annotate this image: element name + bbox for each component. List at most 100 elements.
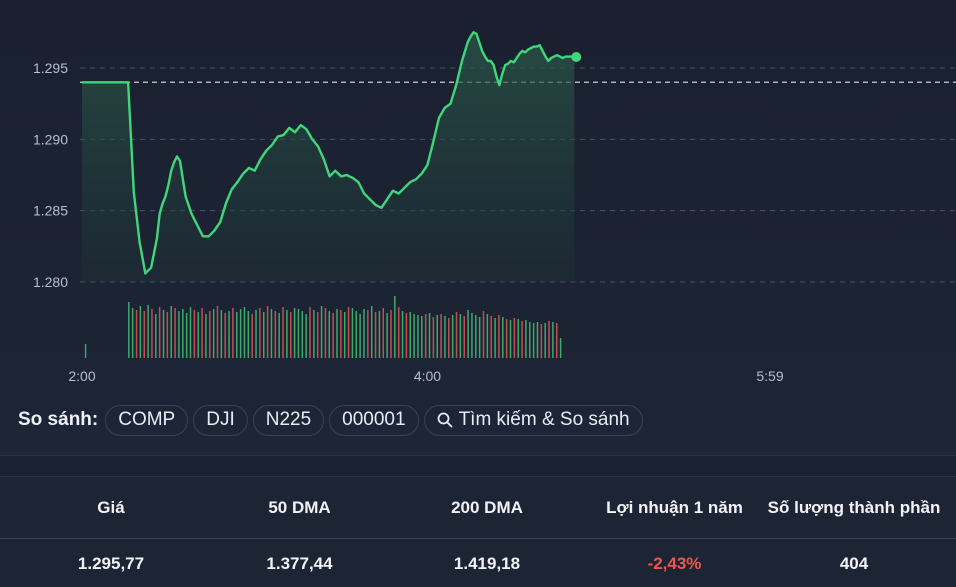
volume-bar [336,309,338,358]
volume-bar [355,311,358,358]
volume-bar [401,311,404,358]
compare-chip-n225[interactable]: N225 [252,404,325,436]
volume-bar [482,311,485,358]
volume-bar [405,313,408,358]
volume-bar [556,323,558,358]
volume-bar [475,315,477,358]
volume-bar [143,311,145,358]
stats-value-200dma: 1.419,18 [453,554,521,573]
volume-bar [263,312,265,358]
volume-bar [359,314,361,358]
volume-bar [467,310,469,358]
volume-bar [367,310,369,358]
volume-bar [243,307,246,358]
volume-bar [544,323,546,358]
volume-bar [278,313,280,358]
volume-bar [301,311,304,358]
volume-bar [220,310,223,358]
stats-value-row: 1.295,77 1.377,44 1.419,18 -2,43% 404 [0,540,956,587]
volume-bar [390,310,392,358]
volume-bar [463,316,465,358]
stats-header-row: Giá 50 DMA 200 DMA Lợi nhuận 1 năm Số lư… [0,477,956,539]
volume-bar [498,315,500,358]
stats-table: Giá 50 DMA 200 DMA Lợi nhuận 1 năm Số lư… [0,476,956,587]
volume-bar [166,312,169,358]
chart-panel: 1.280 1.285 1.290 1.295 2:00 4:00 5:59 So sánh… [0,0,956,455]
volume-bar [84,344,87,358]
volume-bar [363,309,365,358]
volume-bar [197,312,199,358]
volume-bar [185,313,188,358]
volume-bar [529,322,531,358]
compare-chip-000001[interactable]: 000001 [329,404,419,436]
volume-bar [525,320,527,358]
volume-bar [316,312,319,358]
volume-bar [135,310,138,358]
volume-bar [324,308,327,358]
volume-bar [216,306,219,358]
volume-bar [251,314,253,358]
price-chart[interactable]: 1.280 1.285 1.290 1.295 2:00 4:00 5:59 [0,0,956,395]
volume-bar [139,306,142,358]
volume-bar [332,313,334,358]
volume-bar [151,309,153,358]
volume-bar [232,308,234,358]
volume-bar [448,318,450,358]
x-tick-label: 2:00 [68,368,95,384]
volume-bar [236,312,238,358]
volume-bar [309,307,311,358]
compare-chip-comp[interactable]: COMP [105,404,189,436]
x-tick-label: 5:59 [756,368,783,384]
volume-bar [266,306,269,358]
volume-bar [502,317,504,358]
volume-bar [340,310,342,358]
stats-header-200dma: 200 DMA [451,497,523,517]
volume-bar [559,338,562,358]
volume-bar [436,315,438,358]
volume-bar [158,307,161,358]
volume-bar [293,308,296,358]
volume-bar [459,314,462,358]
volume-bar [174,308,176,358]
volume-bar [328,311,331,358]
stats-value-components: 404 [839,554,869,573]
compare-chip-dji[interactable]: DJI [193,404,248,436]
volume-bar [455,312,458,358]
volume-bar [274,311,277,358]
volume-bar [320,306,323,358]
y-tick-label: 1.285 [33,203,68,219]
x-tick-label: 4:00 [414,368,441,384]
volume-bar [201,308,203,358]
volume-bar [394,296,396,358]
last-price-dot[interactable] [571,52,582,63]
volume-bar [486,314,489,358]
volume-bar [147,305,149,358]
volume-bar [428,313,431,358]
volume-bar [351,308,354,358]
volume-bar [162,310,165,358]
volume-bar [444,316,446,358]
y-tick-label: 1.295 [33,60,68,76]
volume-bar [432,317,435,358]
volume-bar [424,314,427,358]
volume-bar [347,307,350,358]
volume-bar [189,307,192,358]
volume-bar [409,312,411,358]
volume-bar [548,321,550,358]
search-compare-label: Tìm kiếm & So sánh [458,409,630,430]
search-icon [437,412,452,428]
volume-bar [343,312,346,358]
search-compare-button[interactable]: Tìm kiếm & So sánh [423,404,643,436]
stats-header-1y-return: Lợi nhuận 1 năm [606,497,743,517]
volume-bar [421,316,423,358]
volume-bar [255,310,257,358]
volume-bar [382,308,385,358]
volume-bar [540,324,543,358]
volume-bar [521,321,523,358]
volume-bar [552,322,554,358]
volume-bar [209,311,211,358]
stats-header-50dma: 50 DMA [268,497,331,517]
volume-bar [374,312,377,358]
volume-bar [239,309,242,358]
stats-value-50dma: 1.377,44 [266,554,333,573]
